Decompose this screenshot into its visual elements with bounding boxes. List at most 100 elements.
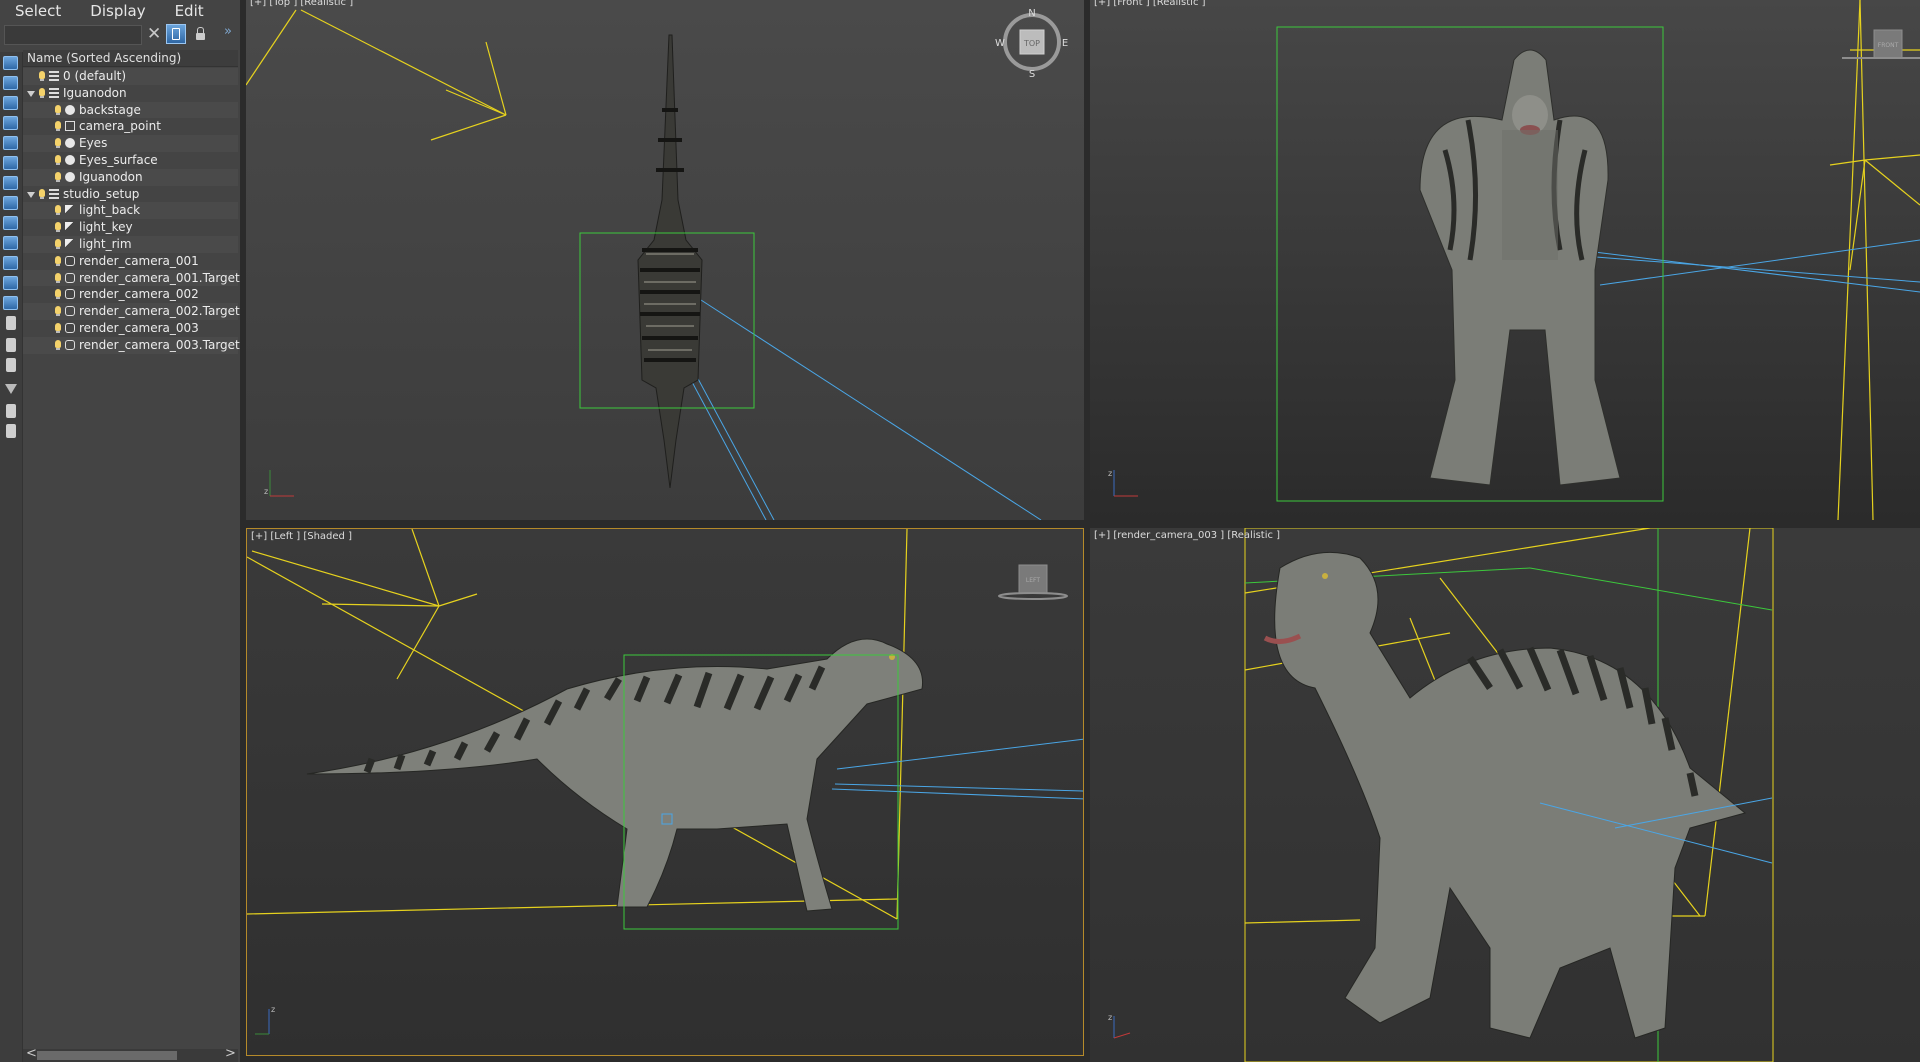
iguanodon-model-front[interactable] xyxy=(1419,49,1621,486)
viewcube-label[interactable]: FRONT xyxy=(1878,42,1899,49)
close-icon[interactable]: ✕ xyxy=(147,24,161,44)
visibility-bulb-icon[interactable] xyxy=(55,171,61,182)
expand-arrow-icon[interactable] xyxy=(27,90,35,97)
list-item[interactable]: Eyes_surface xyxy=(23,152,238,169)
camera-icon xyxy=(65,306,75,317)
visibility-bulb-icon[interactable] xyxy=(55,205,61,216)
list-item[interactable]: light_rim xyxy=(23,235,238,253)
light-gizmo[interactable] xyxy=(1829,0,1920,520)
scrollbar-thumb[interactable] xyxy=(37,1051,177,1060)
display-all-icon[interactable] xyxy=(3,296,18,310)
iguanodon-model-top[interactable] xyxy=(637,34,703,489)
viewcube[interactable]: LEFT xyxy=(998,564,1068,600)
list-item[interactable]: render_camera_002.Target xyxy=(23,303,240,320)
scroll-right-icon[interactable]: > xyxy=(225,1046,236,1061)
list-item[interactable]: studio_setup xyxy=(23,186,238,203)
visibility-bulb-icon[interactable] xyxy=(55,255,61,266)
list-item[interactable]: 0 (default) xyxy=(23,68,238,85)
display-geometry-icon[interactable] xyxy=(3,56,18,70)
viewcube-compass[interactable]: TOP N S E W xyxy=(995,8,1068,80)
menu-edit[interactable]: Edit xyxy=(160,2,218,20)
visibility-bulb-icon[interactable] xyxy=(55,121,61,132)
list-item[interactable]: light_key xyxy=(23,219,238,236)
viewport-front[interactable]: [+] [Front ] [Realistic ] FRONT z xyxy=(1090,0,1920,520)
expand-arrow-icon[interactable] xyxy=(27,191,35,198)
filter-icon[interactable] xyxy=(5,384,17,394)
display-xrefs-icon[interactable] xyxy=(3,196,18,210)
list-item[interactable]: Iguanodon xyxy=(23,85,238,102)
visibility-bulb-icon[interactable] xyxy=(55,238,61,249)
display-helpers-icon[interactable] xyxy=(3,136,18,150)
list-item[interactable]: render_camera_001 xyxy=(23,253,238,270)
layer-manager-icon[interactable] xyxy=(6,424,16,438)
visibility-bulb-icon[interactable] xyxy=(55,272,61,283)
axis-tripod: z xyxy=(1108,469,1138,497)
expand-panel-icon[interactable]: » xyxy=(224,24,232,39)
visibility-bulb-icon[interactable] xyxy=(55,222,61,233)
display-none-icon[interactable] xyxy=(6,316,16,330)
list-item[interactable]: render_camera_003 xyxy=(23,320,238,337)
display-groups-icon[interactable] xyxy=(3,176,18,190)
visibility-bulb-icon[interactable] xyxy=(55,154,61,165)
light-gizmo[interactable] xyxy=(246,9,507,141)
visibility-bulb-icon[interactable] xyxy=(39,71,45,81)
tree-item-label: light_rim xyxy=(79,236,132,251)
list-item[interactable]: render_camera_002 xyxy=(23,286,238,303)
light-icon xyxy=(65,205,75,216)
display-shapes-icon[interactable] xyxy=(3,76,18,90)
sync-selection-icon[interactable] xyxy=(6,358,16,372)
viewcube[interactable]: FRONT xyxy=(1842,29,1920,59)
viewport-label[interactable]: [+] [Left ] [Shaded ] xyxy=(251,531,352,542)
tree-item-label: render_camera_003 xyxy=(79,320,199,335)
viewport-top[interactable]: [+] [Top ] [Realistic ] TOP N S E W z xyxy=(246,0,1084,520)
display-lights-icon[interactable] xyxy=(3,96,18,110)
visibility-bulb-icon[interactable] xyxy=(55,306,61,317)
visibility-bulb-icon[interactable] xyxy=(39,87,45,98)
viewport-left[interactable]: [+] [Left ] [Shaded ] LEFT z xyxy=(246,528,1084,1056)
display-spacewarps-icon[interactable] xyxy=(3,156,18,170)
list-item[interactable]: light_back xyxy=(23,202,238,220)
viewcube-label[interactable]: TOP xyxy=(1023,39,1040,48)
filter-toggle-button[interactable] xyxy=(166,24,186,44)
invert-display-icon[interactable] xyxy=(6,338,16,352)
list-item[interactable]: backstage xyxy=(23,101,238,119)
visibility-bulb-icon[interactable] xyxy=(55,138,61,149)
visibility-bulb-icon[interactable] xyxy=(55,104,61,115)
axis-label-z: z xyxy=(1108,1013,1112,1022)
viewport-label[interactable]: [+] [render_camera_003 ] [Realistic ] xyxy=(1094,530,1280,541)
iguanodon-model-camera[interactable] xyxy=(1263,551,1747,1039)
column-header-name[interactable]: Name (Sorted Ascending) xyxy=(23,50,238,67)
display-bones-icon[interactable] xyxy=(3,216,18,230)
viewport-camera[interactable]: [+] [render_camera_003 ] [Realistic ] z xyxy=(1090,528,1920,1062)
camera-target-lines[interactable] xyxy=(831,738,1084,800)
display-frozen-icon[interactable] xyxy=(3,256,18,270)
viewcube-label[interactable]: LEFT xyxy=(1026,577,1040,584)
camera-target-lines[interactable] xyxy=(690,299,1042,520)
list-item[interactable]: render_camera_001.Target xyxy=(23,269,240,287)
axis-tripod: z xyxy=(1108,1013,1131,1039)
visibility-bulb-icon[interactable] xyxy=(55,289,61,300)
viewport-label[interactable]: [+] [Front ] [Realistic ] xyxy=(1094,0,1206,8)
lock-icon[interactable] xyxy=(196,27,205,40)
camera-icon xyxy=(65,289,75,300)
tree-item-label: light_back xyxy=(79,203,141,218)
tree-item-label: studio_setup xyxy=(63,186,140,201)
display-cameras-icon[interactable] xyxy=(3,116,18,130)
display-hidden-icon[interactable] xyxy=(3,276,18,290)
iguanodon-model-side[interactable] xyxy=(306,638,924,912)
menu-display[interactable]: Display xyxy=(75,2,159,20)
search-input[interactable] xyxy=(4,25,142,45)
filter-settings-icon[interactable] xyxy=(6,404,16,418)
list-item[interactable]: render_camera_003.Target xyxy=(23,336,240,354)
list-item[interactable]: camera_point xyxy=(23,118,238,135)
visibility-bulb-icon[interactable] xyxy=(55,322,61,333)
horizontal-scrollbar[interactable]: < > xyxy=(23,1046,238,1062)
list-item[interactable]: Iguanodon xyxy=(23,168,238,186)
scroll-left-icon[interactable]: < xyxy=(26,1046,37,1061)
display-containers-icon[interactable] xyxy=(3,236,18,250)
menu-select[interactable]: Select xyxy=(0,2,75,20)
visibility-bulb-icon[interactable] xyxy=(55,339,61,350)
visibility-bulb-icon[interactable] xyxy=(39,188,45,199)
list-item[interactable]: Eyes xyxy=(23,135,238,152)
viewport-label[interactable]: [+] [Top ] [Realistic ] xyxy=(250,0,353,8)
